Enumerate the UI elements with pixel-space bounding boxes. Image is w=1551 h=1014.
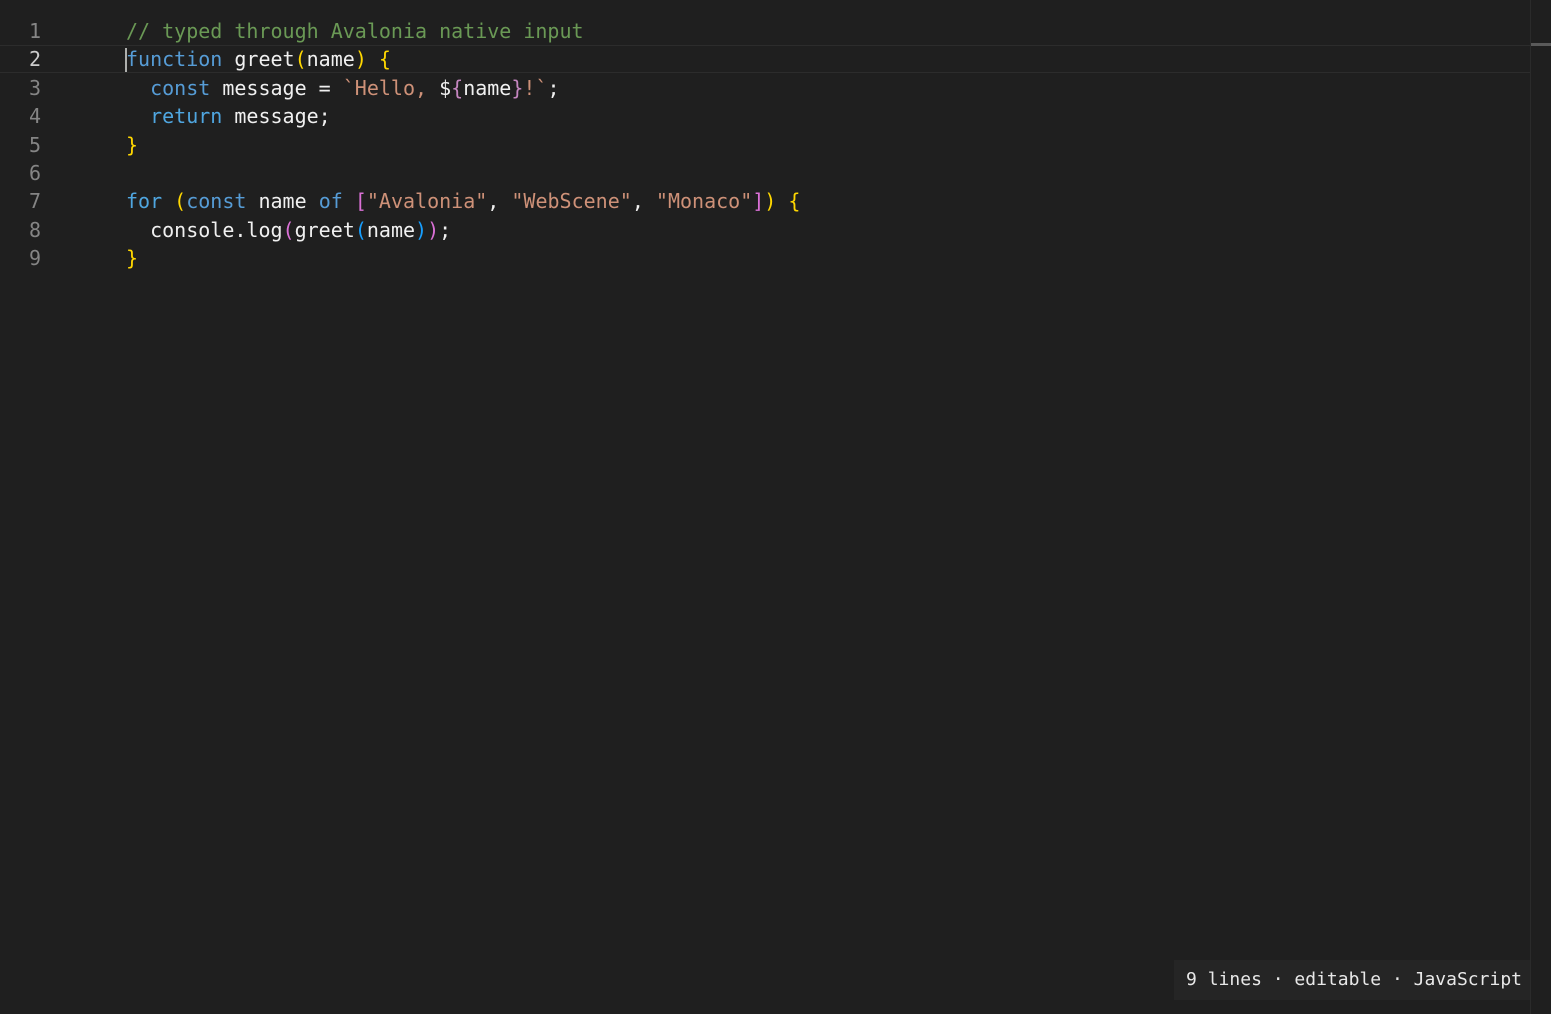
line-code[interactable]: return message; (126, 102, 331, 130)
line-code[interactable]: } (126, 244, 138, 272)
code-token: greet (234, 47, 295, 72)
code-token: ( (294, 47, 307, 72)
line-code[interactable]: for (const name of ["Avalonia", "WebScen… (126, 187, 800, 215)
code-token: , (631, 189, 656, 214)
scrollbar-cursor-marker (1531, 43, 1551, 46)
code-token: { (378, 47, 391, 72)
code-line[interactable]: 6 (0, 159, 1530, 187)
code-token: for (126, 189, 163, 214)
line-number: 5 (28, 132, 41, 157)
code-token: of (318, 189, 343, 214)
code-token: $ (439, 75, 452, 100)
code-token: ) (354, 47, 367, 72)
code-token: ( (174, 189, 187, 214)
code-token: } (126, 246, 139, 271)
code-token: ( (354, 217, 367, 242)
code-token: ; (547, 75, 560, 100)
line-code[interactable]: } (126, 131, 138, 159)
code-line[interactable]: 3 const message = `Hello, ${name}!`; (0, 74, 1530, 102)
code-token: name (463, 75, 512, 100)
code-token: message = (210, 75, 343, 100)
code-token: // typed through Avalonia native input (126, 19, 584, 43)
line-code[interactable]: console.log(greet(name)); (126, 216, 451, 244)
code-token: "WebScene" (511, 189, 632, 214)
code-token: { (451, 75, 464, 100)
code-token: ; (439, 217, 452, 242)
line-number: 3 (28, 75, 41, 100)
line-code[interactable]: function greet(name) { (126, 45, 391, 73)
code-token: { (788, 189, 801, 214)
code-token: name (246, 189, 319, 214)
code-token: !` (523, 75, 548, 100)
code-token: const (150, 75, 211, 100)
code-token: } (126, 132, 139, 157)
code-token: message; (222, 104, 331, 129)
code-token: [ (354, 189, 367, 214)
line-number: 4 (28, 104, 41, 129)
line-number: 9 (28, 246, 41, 271)
line-number: 7 (28, 189, 41, 214)
code-token: "Avalonia" (366, 189, 488, 214)
code-line[interactable]: 4 return message; (0, 102, 1530, 130)
line-number: 2 (28, 47, 41, 72)
code-token: greet (294, 217, 355, 242)
code-token: , (487, 189, 512, 214)
code-token: name (366, 217, 416, 242)
code-token: ) (427, 217, 440, 242)
code-line[interactable]: 1 // typed through Avalonia native input (0, 17, 1530, 45)
code-token: return (150, 104, 223, 129)
code-token: console. (126, 217, 247, 242)
code-token: ( (282, 217, 295, 242)
line-code[interactable]: // typed through Avalonia native input (126, 17, 584, 45)
code-token: ) (415, 217, 428, 242)
text-cursor (125, 48, 127, 72)
code-editor[interactable]: 1// typed through Avalonia native input 2… (0, 0, 1551, 1014)
code-token: } (511, 75, 524, 100)
code-token: const (186, 189, 247, 214)
code-token: ] (752, 189, 765, 214)
editor-status-bar: 9 lines · editable · JavaScript (1174, 960, 1530, 1000)
code-line[interactable]: 7 for (const name of ["Avalonia", "WebSce… (0, 187, 1530, 215)
code-token: ) (764, 189, 777, 214)
code-token: function (126, 47, 223, 72)
code-token: name (306, 47, 355, 72)
code-line[interactable]: 8 console.log(greet(name)); (0, 216, 1530, 244)
line-number: 6 (28, 161, 41, 185)
code-line[interactable]: 9} (0, 244, 1530, 272)
line-number: 1 (28, 19, 41, 43)
vertical-scrollbar[interactable] (1530, 0, 1551, 1014)
code-line[interactable]: 5} (0, 131, 1530, 159)
line-code[interactable]: const message = `Hello, ${name}!`; (126, 74, 560, 102)
code-line[interactable]: 2 function greet(name) { (0, 45, 1530, 73)
code-token: log (246, 217, 283, 242)
code-token: `Hello, (342, 75, 440, 100)
code-token: "Monaco" (655, 189, 753, 214)
line-number: 8 (28, 217, 41, 242)
